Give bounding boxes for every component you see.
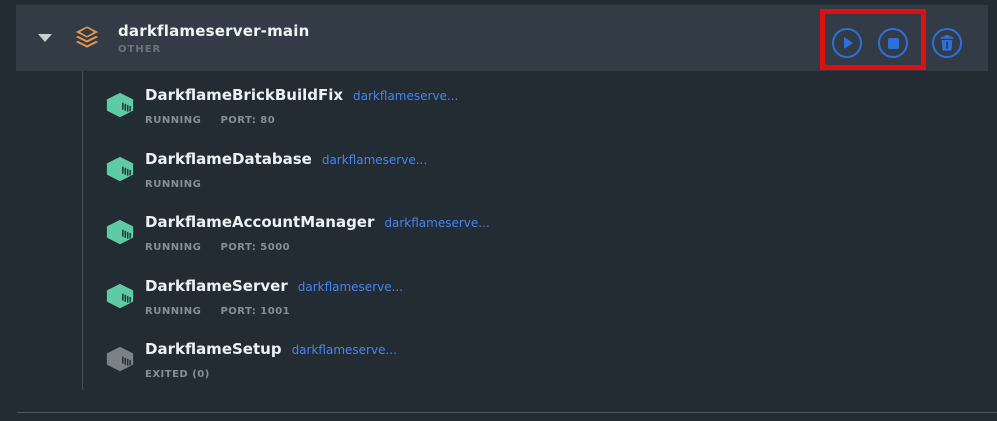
- container-name: DarkflameAccountManager: [145, 212, 374, 232]
- container-image-link[interactable]: darkflameserve...: [384, 216, 489, 230]
- container-row: DarkflameBrickBuildFix darkflameserve...…: [105, 85, 458, 127]
- trash-icon: [940, 35, 954, 51]
- container-row-text: DarkflameBrickBuildFix darkflameserve...…: [145, 85, 458, 127]
- container-row: DarkflameAccountManager darkflameserve..…: [105, 212, 490, 254]
- container-port: PORT: 80: [220, 115, 275, 126]
- stack-title: darkflameserver-main: [118, 22, 309, 41]
- container-status: RUNNING: [145, 115, 201, 126]
- container-row: DarkflameDatabase darkflameserve... RUNN…: [105, 149, 427, 191]
- bottom-divider: [17, 412, 997, 413]
- container-cube-icon: [105, 282, 135, 310]
- container-image-link[interactable]: darkflameserve...: [353, 89, 458, 103]
- container-cube-icon: [105, 345, 135, 373]
- container-name: DarkflameBrickBuildFix: [145, 85, 343, 105]
- container-status: EXITED (0): [145, 369, 210, 380]
- play-icon: [844, 37, 853, 49]
- container-row-text: DarkflameAccountManager darkflameserve..…: [145, 212, 490, 254]
- container-port: PORT: 5000: [220, 242, 290, 253]
- container-row: DarkflameSetup darkflameserve... EXITED …: [105, 339, 397, 381]
- container-name: DarkflameServer: [145, 276, 288, 296]
- container-status: RUNNING: [145, 242, 201, 253]
- tree-connector-line: [82, 71, 83, 390]
- stack-type-label: OTHER: [118, 44, 309, 55]
- container-cube-icon: [105, 155, 135, 183]
- container-image-link[interactable]: darkflameserve...: [322, 153, 427, 167]
- stop-icon: [888, 38, 899, 49]
- container-cube-icon: [105, 91, 135, 119]
- container-port: PORT: 1001: [220, 306, 290, 317]
- delete-button[interactable]: [932, 28, 962, 58]
- container-status: RUNNING: [145, 179, 201, 190]
- stack-layers-icon: [71, 23, 103, 53]
- container-row: DarkflameServer darkflameserve... RUNNIN…: [105, 276, 403, 318]
- container-name: DarkflameDatabase: [145, 149, 312, 169]
- container-row-text: DarkflameDatabase darkflameserve... RUNN…: [145, 149, 427, 191]
- container-row-text: DarkflameSetup darkflameserve... EXITED …: [145, 339, 397, 381]
- container-status: RUNNING: [145, 306, 201, 317]
- stop-button[interactable]: [878, 28, 908, 58]
- stack-titles: darkflameserver-main OTHER: [118, 22, 309, 55]
- container-name: DarkflameSetup: [145, 339, 282, 359]
- chevron-down-icon[interactable]: [38, 34, 52, 42]
- container-image-link[interactable]: darkflameserve...: [292, 343, 397, 357]
- start-button[interactable]: [832, 28, 862, 58]
- stack-header[interactable]: darkflameserver-main OTHER: [16, 5, 988, 71]
- container-row-text: DarkflameServer darkflameserve... RUNNIN…: [145, 276, 403, 318]
- container-image-link[interactable]: darkflameserve...: [298, 280, 403, 294]
- container-cube-icon: [105, 218, 135, 246]
